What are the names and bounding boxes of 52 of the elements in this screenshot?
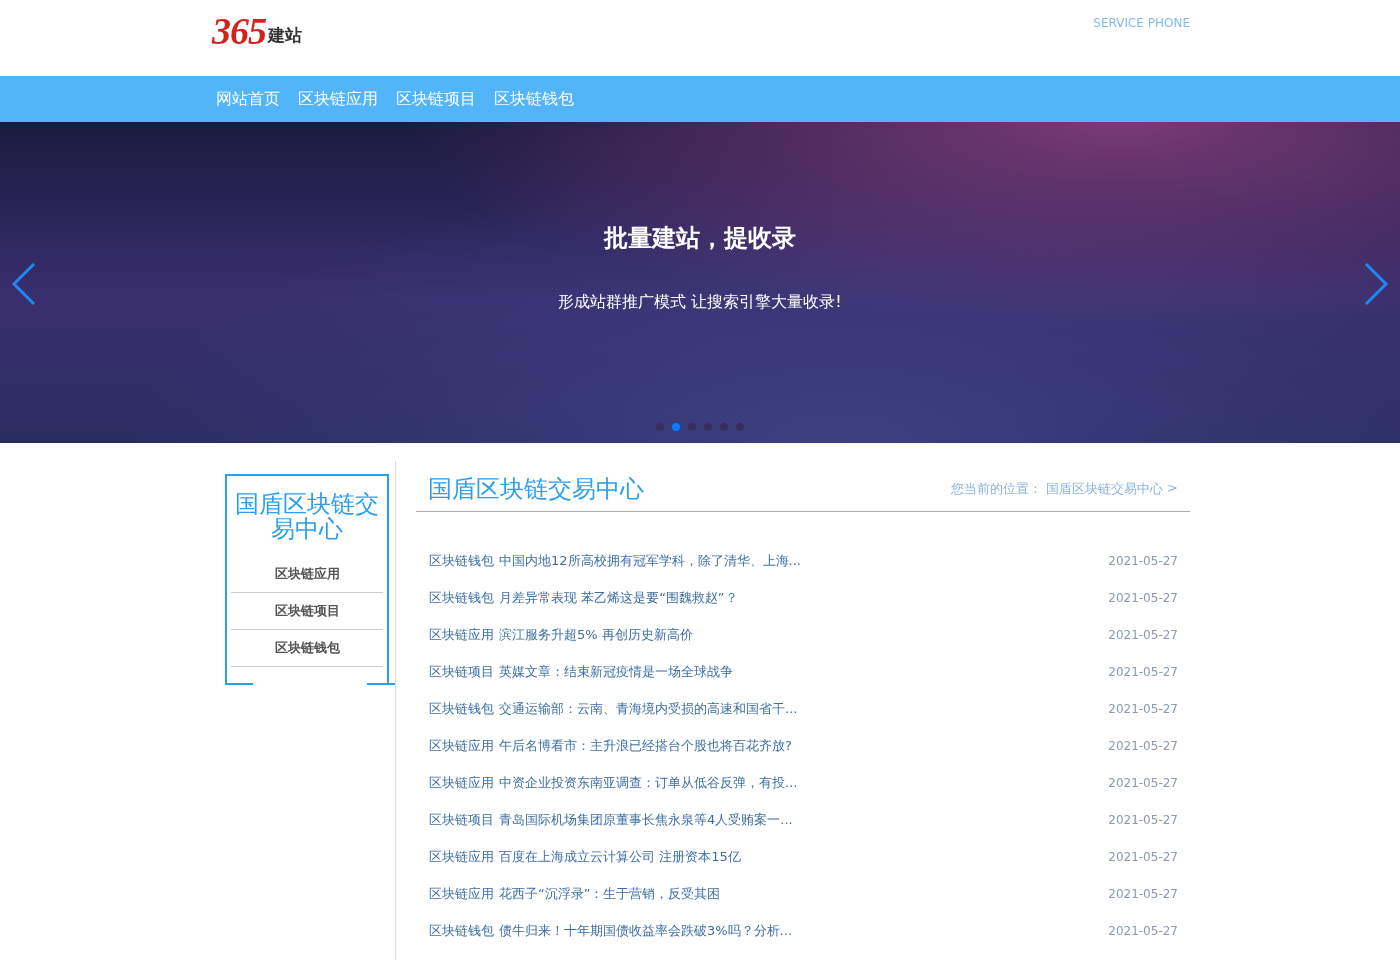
chevron-left-icon[interactable] (10, 262, 38, 306)
category-link[interactable]: 区块链钱包 (429, 551, 494, 570)
banner-subtitle: 形成站群推广模式 让搜索引擎大量收录! (558, 292, 842, 313)
breadcrumb-label: 您当前的位置： (951, 480, 1043, 498)
category-link[interactable]: 区块链钱包 (429, 588, 494, 607)
service-phone-label: SERVICE PHONE (1093, 16, 1190, 30)
category-link[interactable]: 区块链应用 (429, 773, 494, 792)
slider-dot[interactable] (720, 423, 728, 431)
article-link[interactable]: 中资企业投资东南亚调查：订单从低谷反弹，有投... (499, 773, 798, 792)
article-date: 2021-05-27 (1108, 775, 1178, 790)
article-date: 2021-05-27 (1108, 849, 1178, 864)
slider-dot[interactable] (736, 423, 744, 431)
category-link[interactable]: 区块链钱包 (429, 699, 494, 718)
article-link[interactable]: 交通运输部：云南、青海境内受损的高速和国省干... (499, 699, 798, 718)
slider-dot[interactable] (672, 423, 680, 431)
page-title: 国盾区块链交易中心 (428, 474, 644, 505)
sidebar-item[interactable]: 区块链应用 (231, 556, 383, 593)
article-link[interactable]: 月差异常表现 苯乙烯这是要“围魏救赵”？ (499, 588, 738, 607)
category-link[interactable]: 区块链钱包 (429, 921, 494, 940)
article-link[interactable]: 债牛归来！十年期国债收益率会跌破3%吗？分析... (499, 921, 793, 940)
article-date: 2021-05-27 (1108, 886, 1178, 901)
article-link[interactable]: 百度在上海成立云计算公司 注册资本15亿 (499, 847, 741, 866)
category-link[interactable]: 区块链项目 (429, 662, 494, 681)
article-link[interactable]: 英媒文章：结束新冠疫情是一场全球战争 (499, 662, 733, 681)
category-link[interactable]: 区块链项目 (429, 810, 494, 829)
article-link[interactable]: 花西子“沉浮录”：生于营销，反受其困 (499, 884, 721, 903)
article-date: 2021-05-27 (1108, 701, 1178, 716)
article-date: 2021-05-27 (1108, 812, 1178, 827)
sidebar-item[interactable]: 区块链项目 (231, 593, 383, 630)
article-link[interactable]: 青岛国际机场集团原董事长焦永泉等4人受贿案一... (499, 810, 793, 829)
article-link[interactable]: 滨江服务升超5% 再创历史新高价 (499, 625, 693, 644)
article-date: 2021-05-27 (1108, 738, 1178, 753)
article-date: 2021-05-27 (1108, 590, 1178, 605)
article-link[interactable]: 午后名博看市：主升浪已经搭台个股也将百花齐放? (499, 736, 792, 755)
slider-dot[interactable] (688, 423, 696, 431)
category-link[interactable]: 区块链应用 (429, 847, 494, 866)
chevron-right-icon[interactable] (1362, 262, 1390, 306)
article-link[interactable]: 中国内地12所高校拥有冠军学科，除了清华、上海... (499, 551, 801, 570)
sidebar-title: 国盾区块链交易中心 (234, 492, 380, 542)
slider-dot[interactable] (656, 423, 664, 431)
slider-dot[interactable] (704, 423, 712, 431)
article-date: 2021-05-27 (1108, 627, 1178, 642)
site-logo[interactable]: 365建站 (212, 12, 302, 50)
category-link[interactable]: 区块链应用 (429, 736, 494, 755)
article-date: 2021-05-27 (1108, 664, 1178, 679)
breadcrumb-separator: > (1167, 480, 1178, 497)
banner-title: 批量建站，提收录 (604, 223, 796, 254)
article-date: 2021-05-27 (1108, 553, 1178, 568)
category-link[interactable]: 区块链应用 (429, 884, 494, 903)
category-link[interactable]: 区块链应用 (429, 625, 494, 644)
article-date: 2021-05-27 (1108, 923, 1178, 938)
sidebar-item[interactable]: 区块链钱包 (231, 630, 383, 667)
